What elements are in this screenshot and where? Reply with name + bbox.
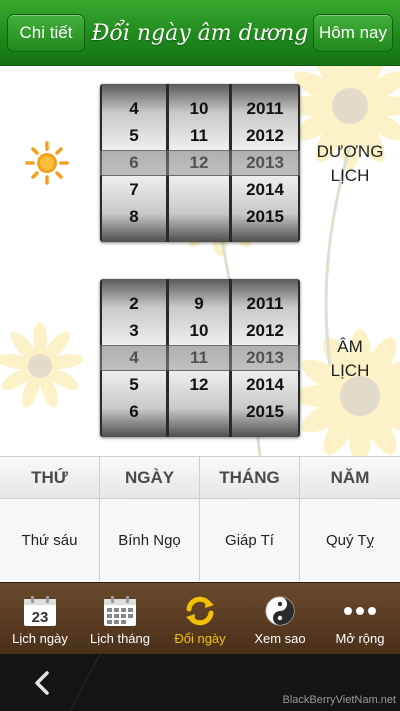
lunar-calendar-label: ÂM LỊCH <box>308 335 392 383</box>
header-year: NĂM <box>330 467 370 487</box>
lunar-day-option[interactable]: 5 <box>102 375 166 395</box>
solar-month-option[interactable]: 10 <box>169 99 229 119</box>
calendar-day-icon: 23 <box>22 595 58 627</box>
yin-yang-icon <box>262 595 298 627</box>
solar-month-option[interactable]: 11 <box>169 126 229 146</box>
tab-label: Xem sao <box>254 631 306 646</box>
lunar-year-option[interactable]: 2014 <box>232 375 298 395</box>
watermark: BlackBerryVietNam.net <box>282 694 396 706</box>
header-month: THÁNG <box>200 457 300 498</box>
solar-year-option[interactable]: 2015 <box>232 207 298 227</box>
value-weekday: Thứ sáu <box>0 499 100 581</box>
solar-label-line2: LỊCH <box>330 166 370 185</box>
lunar-date-picker[interactable]: 2 3 4 5 6 9 10 11 12 2011 2012 2013 2014… <box>100 279 300 437</box>
lunar-label-line2: LỊCH <box>330 361 370 380</box>
tab-label: Lịch ngày <box>12 631 68 646</box>
solar-day-option[interactable]: 7 <box>102 180 166 200</box>
solar-year-option[interactable]: 2014 <box>232 180 298 200</box>
tab-more[interactable]: Mở rộng <box>320 583 400 655</box>
today-button[interactable]: Hôm nay <box>313 14 393 52</box>
result-table: THỨ NGÀY THÁNG NĂM Thứ sáu Bính Ngọ Giáp… <box>0 456 400 581</box>
tab-label: Đổi ngày <box>174 631 226 646</box>
convert-icon <box>182 595 218 627</box>
solar-year-option[interactable]: 2012 <box>232 126 298 146</box>
calendar-day-badge: 23 <box>32 609 49 626</box>
app-header: Chi tiết Đổi ngày âm dương Hôm nay <box>0 0 400 66</box>
lunar-month-option[interactable]: 10 <box>169 321 229 341</box>
tab-day-calendar[interactable]: 23 Lịch ngày <box>0 583 80 655</box>
lunar-selection-band <box>100 345 300 371</box>
sun-icon <box>25 141 69 185</box>
table-value-row: Thứ sáu Bính Ngọ Giáp Tí Quý Tỵ <box>0 499 400 581</box>
solar-label-line1: DƯƠNG <box>316 142 384 161</box>
tab-stars[interactable]: Xem sao <box>240 583 320 655</box>
more-icon <box>342 595 378 627</box>
solar-day-option[interactable]: 5 <box>102 126 166 146</box>
lunar-label-line1: ÂM <box>337 337 363 356</box>
bottom-tab-bar: 23 Lịch ngày Lịch tháng Đổi ngày Xem sao… <box>0 582 400 654</box>
lunar-day-option[interactable]: 2 <box>102 294 166 314</box>
back-icon[interactable] <box>28 668 58 698</box>
tab-month-calendar[interactable]: Lịch tháng <box>80 583 160 655</box>
details-button[interactable]: Chi tiết <box>7 14 85 52</box>
value-day: Bính Ngọ <box>100 499 200 581</box>
solar-year-option[interactable]: 2011 <box>232 99 298 119</box>
solar-selection-band <box>100 150 300 176</box>
solar-calendar-label: DƯƠNG LỊCH <box>308 140 392 188</box>
value-month: Giáp Tí <box>200 499 300 581</box>
tab-label: Mở rộng <box>335 631 385 646</box>
header-day: NGÀY <box>100 457 200 498</box>
lunar-day-option[interactable]: 6 <box>102 402 166 422</box>
header-weekday: THỨ <box>0 457 100 498</box>
table-header-row: THỨ NGÀY THÁNG NĂM <box>0 457 400 499</box>
lunar-month-option[interactable]: 12 <box>169 375 229 395</box>
tab-convert-date[interactable]: Đổi ngày <box>160 583 240 655</box>
tab-label: Lịch tháng <box>90 631 150 646</box>
system-nav-bar: BlackBerryVietNam.net <box>0 654 400 711</box>
lunar-year-option[interactable]: 2011 <box>232 294 298 314</box>
solar-date-picker[interactable]: 4 5 6 7 8 10 11 12 2011 2012 2013 2014 2… <box>100 84 300 242</box>
solar-day-option[interactable]: 8 <box>102 207 166 227</box>
lunar-day-option[interactable]: 3 <box>102 321 166 341</box>
value-year: Quý Tỵ <box>325 531 375 549</box>
moon-icon <box>30 336 70 376</box>
lunar-year-option[interactable]: 2012 <box>232 321 298 341</box>
solar-day-option[interactable]: 4 <box>102 99 166 119</box>
app-title: Đổi ngày âm dương <box>91 20 309 46</box>
lunar-month-option[interactable]: 9 <box>169 294 229 314</box>
lunar-year-option[interactable]: 2015 <box>232 402 298 422</box>
calendar-month-icon <box>102 595 138 627</box>
